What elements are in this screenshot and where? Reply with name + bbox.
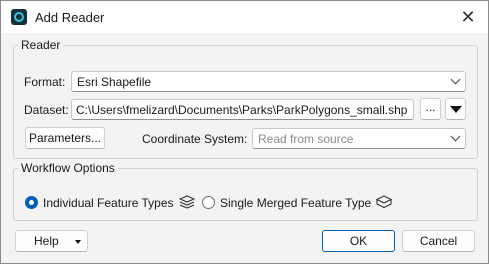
- coordinate-system-placeholder: Read from source: [258, 132, 354, 146]
- coordinate-system-dropdown[interactable]: Read from source: [252, 128, 466, 149]
- dialog-title: Add Reader: [35, 10, 105, 25]
- format-dropdown[interactable]: Esri Shapefile: [71, 71, 466, 92]
- cancel-button[interactable]: Cancel: [402, 230, 475, 252]
- cancel-label: Cancel: [419, 234, 458, 248]
- individual-feature-types-radio[interactable]: [25, 196, 38, 209]
- parameters-button[interactable]: Parameters...: [25, 127, 105, 149]
- dataset-label: Dataset:: [24, 103, 69, 117]
- help-label: Help: [34, 234, 59, 248]
- close-icon[interactable]: ✕: [454, 3, 482, 31]
- browse-label: ...: [425, 100, 436, 114]
- ok-button[interactable]: OK: [322, 230, 395, 252]
- single-merged-feature-type-label[interactable]: Single Merged Feature Type: [220, 196, 371, 210]
- single-merged-feature-type-radio[interactable]: [202, 196, 215, 209]
- workflow-options-label: Workflow Options: [21, 161, 115, 175]
- format-label: Format:: [24, 75, 66, 89]
- dataset-value: C:\Users\fmelizard\Documents\Parks\ParkP…: [76, 103, 408, 117]
- title-bar: Add Reader ✕: [1, 1, 488, 33]
- coordinate-system-label: Coordinate System:: [142, 132, 248, 146]
- triangle-down-icon: [75, 240, 81, 244]
- format-value: Esri Shapefile: [77, 75, 152, 89]
- help-button[interactable]: Help: [15, 230, 88, 252]
- browse-button[interactable]: ...: [420, 98, 441, 120]
- dataset-input[interactable]: C:\Users\fmelizard\Documents\Parks\ParkP…: [71, 99, 414, 120]
- triangle-down-icon: [450, 106, 462, 113]
- chevron-down-icon: [450, 74, 461, 85]
- layers-icon: [179, 195, 195, 209]
- add-reader-dialog: Add Reader ✕ Reader Format: Esri Shapefi…: [0, 0, 489, 264]
- individual-feature-types-label[interactable]: Individual Feature Types: [43, 196, 174, 210]
- dataset-options-button[interactable]: [445, 98, 466, 120]
- chevron-down-icon: [450, 131, 461, 142]
- ok-label: OK: [349, 234, 368, 248]
- app-icon: [11, 9, 27, 25]
- merged-layer-icon: [376, 195, 392, 209]
- parameters-label: Parameters...: [28, 131, 102, 145]
- reader-group-label: Reader: [21, 38, 61, 52]
- workflow-options-group: Workflow Options: [13, 161, 478, 221]
